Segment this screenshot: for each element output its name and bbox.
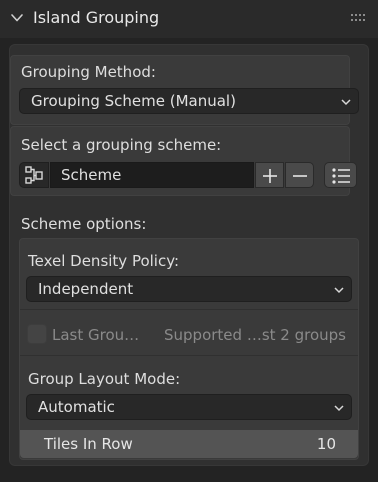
chevron-down-icon (334, 287, 344, 294)
plus-icon (263, 169, 277, 183)
texel-density-label: Texel Density Policy: (28, 252, 180, 270)
scheme-select-label: Select a grouping scheme: (21, 136, 222, 154)
minus-icon (293, 175, 307, 177)
tiles-in-row-value: 10 (316, 435, 336, 453)
last-group-label: Last Grou… (52, 326, 140, 344)
scheme-tree-icon (25, 166, 43, 184)
scheme-menu-button[interactable] (324, 162, 357, 188)
texel-density-value: Independent (38, 280, 134, 298)
add-scheme-button[interactable] (255, 162, 284, 188)
scheme-options-label: Scheme options: (21, 215, 147, 233)
panel-title: Island Grouping (33, 8, 160, 27)
divider (20, 355, 358, 356)
panel-header[interactable]: Island Grouping (0, 0, 378, 38)
tiles-in-row-label: Tiles In Row (44, 435, 133, 453)
last-group-checkbox[interactable] (27, 324, 47, 344)
grouping-method-label: Grouping Method: (21, 63, 156, 81)
last-group-note: Supported …st 2 groups (164, 326, 346, 344)
tiles-in-row-slider[interactable]: Tiles In Row 10 (20, 430, 358, 458)
scheme-name-field[interactable]: Scheme (50, 162, 254, 188)
group-layout-value: Automatic (38, 398, 115, 416)
chevron-down-icon (341, 99, 351, 106)
scheme-name-value: Scheme (61, 166, 122, 184)
remove-scheme-button[interactable] (285, 162, 314, 188)
texel-density-dropdown[interactable]: Independent (26, 276, 352, 302)
group-layout-dropdown[interactable]: Automatic (26, 394, 352, 420)
divider (20, 309, 358, 310)
grouping-method-dropdown[interactable]: Grouping Scheme (Manual) (19, 88, 359, 114)
chevron-down-icon (334, 405, 344, 412)
grouping-method-value: Grouping Scheme (Manual) (31, 92, 236, 110)
grip-dots-icon[interactable] (351, 14, 365, 22)
scheme-type-button[interactable] (19, 162, 49, 188)
scheme-options-section: Texel Density Policy: Independent Last G… (19, 238, 359, 460)
group-layout-label: Group Layout Mode: (28, 370, 181, 388)
chevron-down-icon[interactable] (10, 11, 24, 25)
list-icon (332, 168, 350, 184)
